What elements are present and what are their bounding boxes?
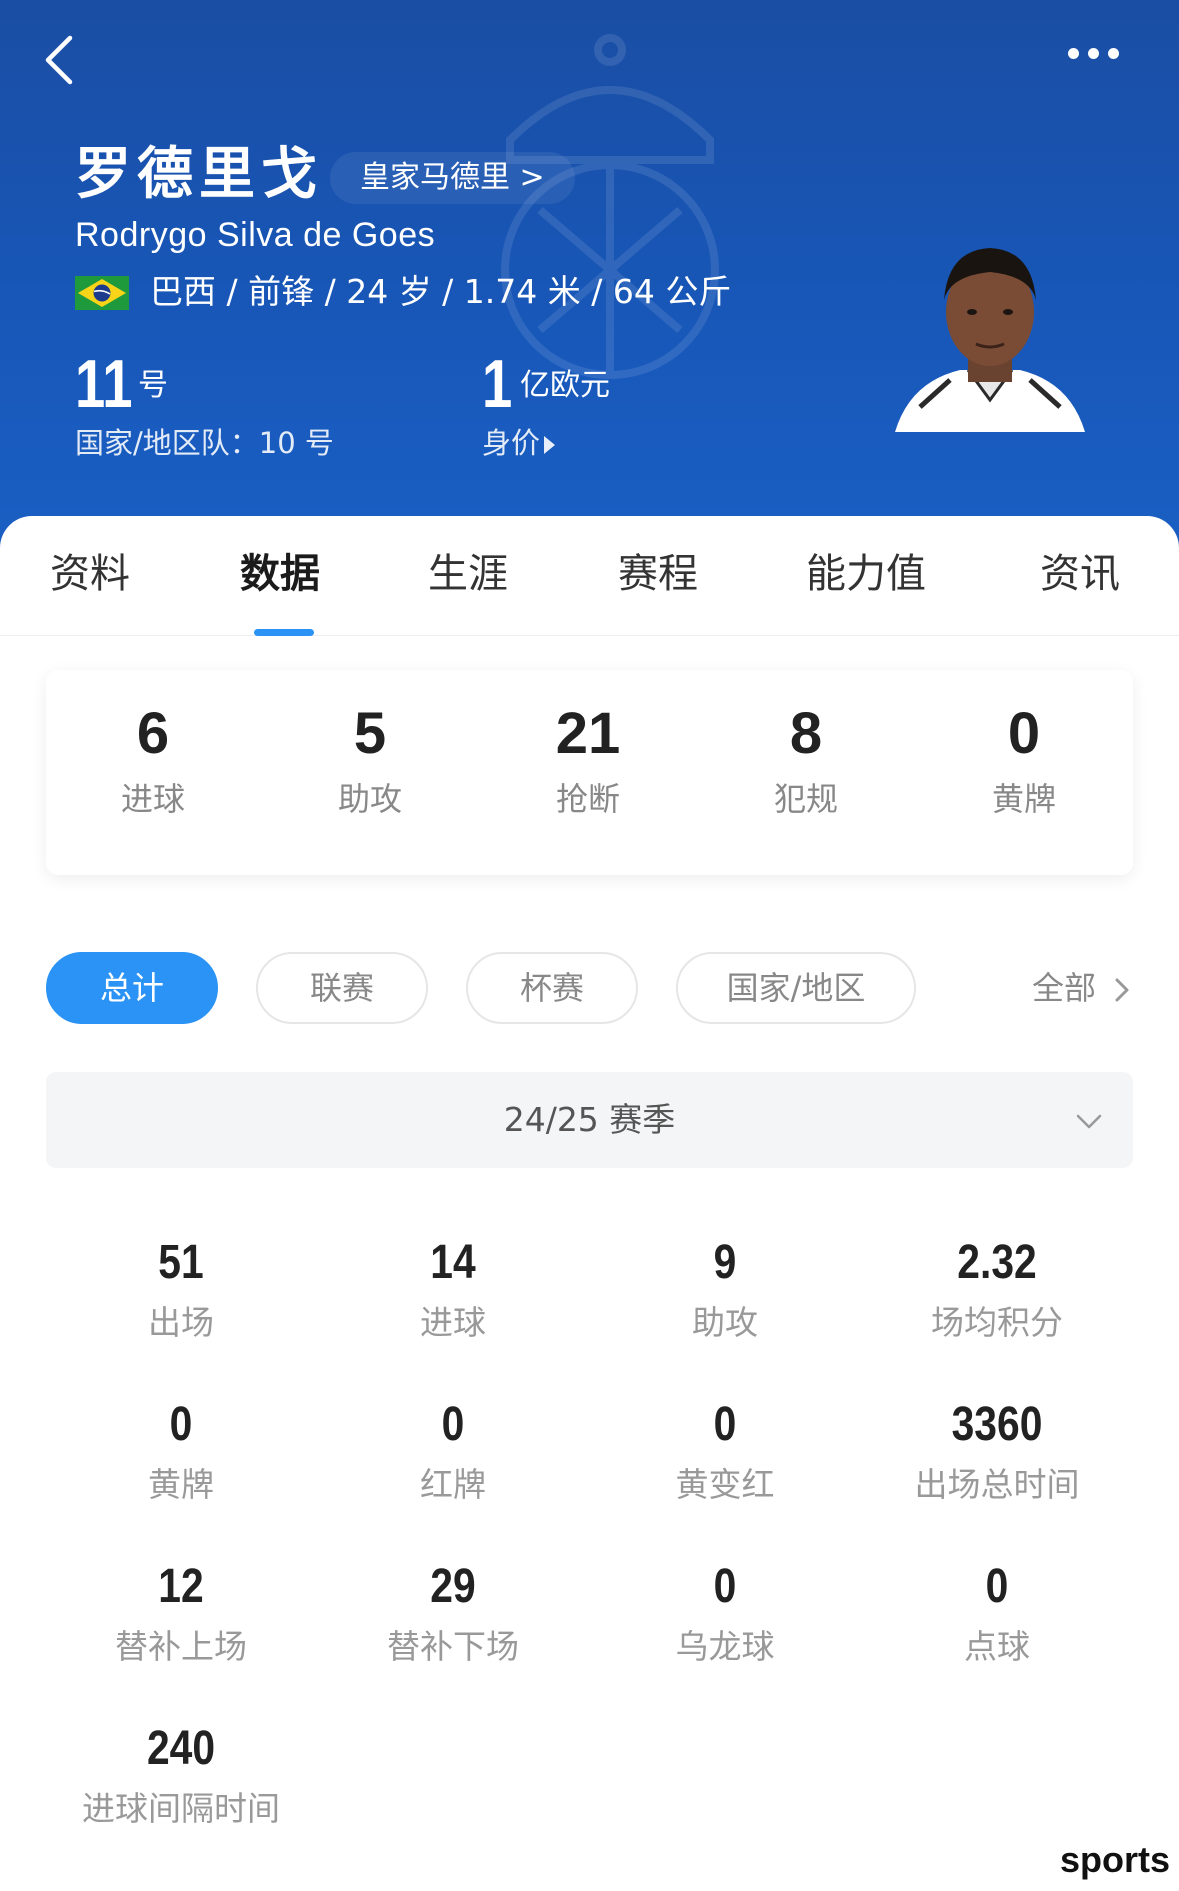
summary-value: 21	[555, 701, 621, 766]
caret-right-icon	[544, 436, 556, 454]
stat-minutes-played: 3360 出场总时间	[861, 1395, 1133, 1507]
summary-value: 0	[1007, 701, 1041, 766]
filter-all-label: 全部	[1032, 969, 1097, 1007]
stat-value: 12	[158, 1560, 204, 1613]
stat-assists: 9 助攻	[589, 1233, 861, 1345]
summary-goals: 6 进球	[53, 670, 253, 820]
stat-red-cards: 0 红牌	[317, 1395, 589, 1507]
stat-label: 替补下场	[387, 1627, 519, 1666]
filter-total[interactable]: 总计	[46, 952, 218, 1024]
stat-minutes-per-goal: 240 进球间隔时间	[45, 1719, 317, 1831]
summary-assists: 5 助攻	[270, 670, 470, 820]
stat-own-goals: 0 乌龙球	[589, 1557, 861, 1669]
stat-label: 乌龙球	[675, 1627, 775, 1666]
summary-label: 助攻	[337, 780, 402, 818]
tab-profile[interactable]: 资料	[50, 546, 130, 602]
player-photo	[895, 248, 1085, 432]
stat-value: 29	[430, 1560, 476, 1613]
market-value-unit: 亿欧元	[520, 368, 610, 403]
stat-label: 出场总时间	[914, 1465, 1080, 1504]
back-icon[interactable]	[36, 30, 86, 90]
summary-label: 抢断	[555, 780, 620, 818]
filter-national[interactable]: 国家/地区	[676, 952, 916, 1024]
summary-value: 5	[353, 701, 387, 766]
stat-value: 0	[441, 1398, 465, 1451]
recent-summary-card: 6 进球 5 助攻 21 抢断 8 犯规 0 黄牌	[46, 670, 1133, 875]
shirt-number-unit: 号	[138, 368, 168, 403]
active-tab-indicator	[254, 629, 314, 636]
player-basic-info: 巴西 / 前锋 / 24 岁 / 1.74 米 / 64 公斤	[150, 272, 732, 311]
stat-label: 点球	[964, 1627, 1030, 1666]
summary-value: 8	[789, 701, 823, 766]
stat-second-yellow: 0 黄变红	[589, 1395, 861, 1507]
player-header: 罗德里戈 皇家马德里 > Rodrygo Silva de Goes 巴西 / …	[0, 0, 1179, 560]
filter-cup[interactable]: 杯赛	[466, 952, 638, 1024]
summary-fouls: 8 犯规	[706, 670, 906, 820]
stat-label: 黄变红	[675, 1465, 775, 1504]
stat-value: 240	[146, 1722, 216, 1775]
summary-value: 6	[136, 701, 170, 766]
stat-points-per-game: 2.32 场均积分	[861, 1233, 1133, 1345]
market-value-number: 1	[482, 346, 513, 422]
summary-yellow-cards: 0 黄牌	[924, 670, 1124, 820]
stat-sub-on: 12 替补上场	[45, 1557, 317, 1669]
stat-value: 0	[169, 1398, 193, 1451]
club-crest-watermark-icon	[501, 34, 719, 379]
stat-value: 14	[430, 1236, 476, 1289]
market-value-label: 身价	[482, 426, 541, 460]
stat-value: 2.32	[957, 1236, 1037, 1289]
player-name-cn: 罗德里戈	[75, 142, 323, 207]
more-options-icon[interactable]	[1068, 44, 1138, 74]
stat-value: 0	[713, 1560, 737, 1613]
filter-league[interactable]: 联赛	[256, 952, 428, 1024]
tab-stats[interactable]: 数据	[240, 546, 320, 602]
stat-label: 场均积分	[931, 1303, 1063, 1342]
filter-all-link[interactable]: 全部	[1032, 966, 1132, 1010]
shirt-number: 11	[75, 346, 133, 422]
summary-label: 黄牌	[991, 780, 1056, 818]
team-link[interactable]: 皇家马德里 >	[330, 152, 575, 204]
stat-value: 0	[985, 1560, 1009, 1613]
season-selector[interactable]: 24/25 赛季	[46, 1072, 1133, 1168]
stat-value: 9	[713, 1236, 737, 1289]
stat-yellow-cards: 0 黄牌	[45, 1395, 317, 1507]
tab-news[interactable]: 资讯	[1040, 546, 1120, 602]
stat-value: 0	[713, 1398, 737, 1451]
stat-label: 出场	[148, 1303, 214, 1342]
chevron-down-icon	[1076, 1114, 1102, 1129]
stat-label: 进球间隔时间	[82, 1789, 280, 1828]
stat-appearances: 51 出场	[45, 1233, 317, 1345]
stat-label: 替补上场	[115, 1627, 247, 1666]
stat-goals: 14 进球	[317, 1233, 589, 1345]
stat-sub-off: 29 替补下场	[317, 1557, 589, 1669]
stat-penalties: 0 点球	[861, 1557, 1133, 1669]
stat-label: 助攻	[692, 1303, 758, 1342]
watermark-text: sports	[1060, 1839, 1171, 1880]
summary-label: 进球	[120, 780, 185, 818]
summary-label: 犯规	[773, 780, 838, 818]
summary-tackles: 21 抢断	[488, 670, 688, 820]
tab-career[interactable]: 生涯	[428, 546, 508, 602]
stat-label: 红牌	[420, 1465, 486, 1504]
stat-value: 3360	[951, 1398, 1043, 1451]
chevron-right-icon	[1115, 978, 1129, 1002]
stat-value: 51	[158, 1236, 204, 1289]
national-team-number: 国家/地区队：10 号	[75, 426, 334, 460]
market-value-link[interactable]: 身价	[482, 423, 556, 463]
season-label: 24/25 赛季	[503, 1100, 676, 1139]
tab-ability[interactable]: 能力值	[806, 546, 926, 602]
brazil-flag-icon	[75, 276, 129, 310]
tab-bar: 资料 数据 生涯 赛程 能力值 资讯	[0, 516, 1179, 636]
stat-label: 进球	[420, 1303, 486, 1342]
stat-label: 黄牌	[148, 1465, 214, 1504]
player-name-en: Rodrygo Silva de Goes	[75, 216, 436, 254]
tab-schedule[interactable]: 赛程	[618, 546, 698, 602]
